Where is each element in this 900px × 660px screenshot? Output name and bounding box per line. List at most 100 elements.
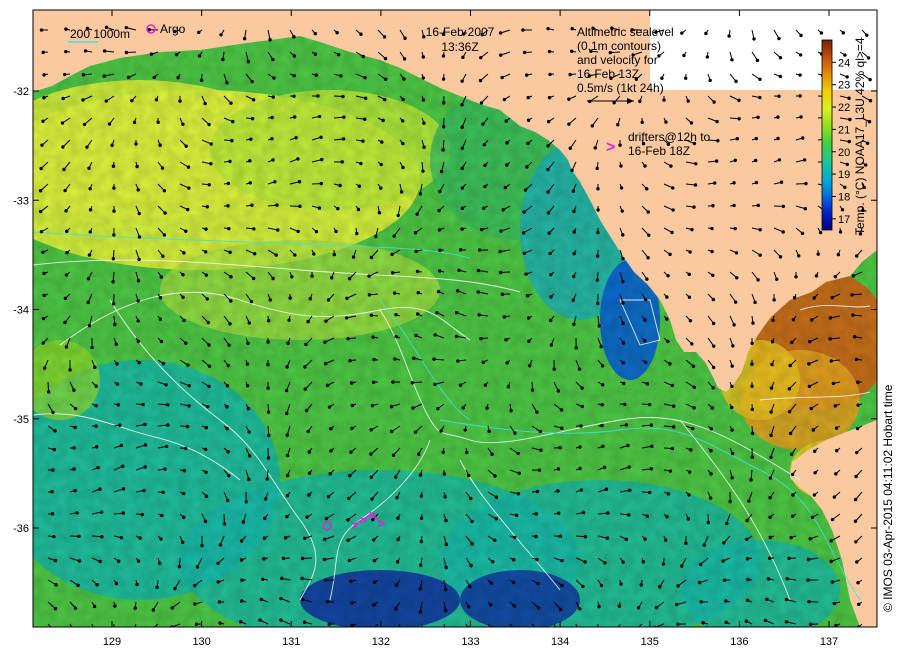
- velocity-arrow-head: [482, 206, 486, 210]
- velocity-arrow-head: [52, 534, 56, 539]
- velocity-arrow-head: [807, 599, 811, 604]
- velocity-arrow-head: [766, 577, 771, 581]
- velocity-arrow-head: [830, 580, 835, 584]
- velocity-arrow-head: [433, 382, 437, 387]
- velocity-arrow-head: [207, 364, 212, 368]
- velocity-arrow-head: [570, 168, 574, 173]
- velocity-arrow-head: [324, 516, 329, 521]
- velocity-arrow-head: [130, 98, 134, 103]
- velocity-arrow-head: [296, 157, 300, 161]
- velocity-arrow-head: [325, 600, 330, 604]
- velocity-arrow-head: [505, 163, 509, 167]
- velocity-arrow-head: [758, 77, 762, 81]
- velocity-arrow-head: [641, 560, 645, 564]
- velocity-arrow-head: [483, 163, 487, 168]
- velocity-arrow-head: [645, 382, 650, 386]
- velocity-arrow-head: [768, 476, 773, 480]
- velocity-arrow-head: [781, 204, 786, 209]
- velocity-arrow-head: [578, 466, 582, 471]
- velocity-arrow-head: [856, 581, 860, 585]
- velocity-arrow-head: [708, 496, 713, 500]
- velocity-arrow-head: [441, 125, 446, 129]
- velocity-arrow-head: [516, 451, 520, 456]
- velocity-arrow-head: [46, 390, 51, 394]
- velocity-arrow-head: [396, 213, 400, 218]
- velocity-arrow-head: [421, 169, 425, 173]
- velocity-arrow-head: [556, 511, 561, 515]
- velocity-arrow-head: [363, 96, 368, 100]
- velocity-arrow-head: [847, 139, 851, 144]
- velocity-arrow-head: [437, 228, 442, 232]
- velocity-arrow-head: [307, 450, 311, 454]
- velocity-arrow-head: [791, 493, 795, 497]
- velocity-arrow-head: [477, 248, 482, 252]
- velocity-arrow-head: [325, 383, 330, 388]
- velocity-arrow-head: [549, 272, 553, 277]
- velocity-arrow-head: [369, 313, 374, 318]
- velocity-arrow-head: [599, 583, 604, 588]
- velocity-arrow-head: [716, 138, 720, 143]
- velocity-arrow-head: [261, 577, 265, 582]
- velocity-arrow-head: [727, 34, 731, 38]
- title-time: 13:36Z: [441, 40, 478, 54]
- velocity-arrow-head: [415, 269, 420, 274]
- velocity-arrow-head: [225, 384, 230, 388]
- velocity-arrow-head: [530, 388, 535, 392]
- velocity-arrow-head: [372, 580, 377, 584]
- velocity-arrow-head: [733, 158, 737, 163]
- velocity-arrow-head: [771, 318, 775, 322]
- velocity-arrow-head: [745, 518, 749, 523]
- velocity-arrow-head: [460, 79, 464, 83]
- velocity-arrow-head: [268, 38, 272, 42]
- velocity-arrow-head: [413, 430, 418, 434]
- velocity-arrow-head: [466, 605, 471, 609]
- velocity-arrow-head: [770, 362, 774, 367]
- velocity-arrow-head: [357, 184, 362, 188]
- velocity-arrow-head: [600, 364, 605, 368]
- velocity-arrow-head: [170, 606, 174, 610]
- colorbar-tick-label: 21: [838, 124, 850, 136]
- velocity-arrow-head: [359, 32, 363, 36]
- velocity-arrow-head: [668, 252, 672, 257]
- velocity-arrow-head: [832, 601, 836, 606]
- velocity-arrow-head: [665, 295, 669, 299]
- velocity-arrow-head: [525, 165, 529, 169]
- velocity-arrow-head: [799, 33, 803, 38]
- velocity-arrow-head: [661, 562, 666, 566]
- velocity-arrow-head: [857, 602, 861, 607]
- velocity-arrow-head: [346, 337, 350, 341]
- velocity-arrow-head: [300, 576, 304, 581]
- velocity-arrow-head: [522, 210, 526, 214]
- drifter-legend-line-2: 16-Feb 18Z: [628, 144, 690, 158]
- velocity-arrow-head: [113, 628, 115, 630]
- velocity-arrow-head: [477, 313, 481, 317]
- drifter-marker: >: [360, 513, 367, 527]
- velocity-arrow-head: [854, 254, 859, 258]
- velocity-arrow-head: [323, 361, 328, 366]
- velocity-arrow-head: [323, 578, 328, 582]
- velocity-arrow-head: [660, 76, 664, 80]
- velocity-arrow-head: [693, 183, 698, 187]
- velocity-arrow-head: [72, 628, 74, 630]
- velocity-arrow-head: [94, 445, 99, 449]
- velocity-arrow-head: [441, 77, 446, 81]
- velocity-arrow-head: [102, 49, 107, 53]
- velocity-arrow-head: [137, 211, 141, 216]
- velocity-arrow-head: [336, 206, 340, 211]
- velocity-arrow-head: [689, 448, 693, 452]
- velocity-arrow-head: [689, 121, 694, 125]
- velocity-arrow-head: [556, 467, 561, 471]
- velocity-arrow-head: [686, 517, 690, 521]
- velocity-arrow-head: [136, 339, 141, 344]
- velocity-arrow-head: [601, 383, 605, 387]
- velocity-arrow-head: [182, 515, 186, 520]
- velocity-arrow-head: [361, 139, 365, 143]
- velocity-arrow-head: [694, 162, 698, 166]
- velocity-arrow-head: [798, 73, 802, 77]
- velocity-arrow-head: [645, 514, 650, 518]
- velocity-arrow-head: [184, 229, 188, 233]
- colorbar: [821, 39, 833, 231]
- velocity-arrow-head: [263, 497, 268, 501]
- velocity-arrow-head: [534, 534, 538, 539]
- velocity-arrow-head: [853, 497, 858, 502]
